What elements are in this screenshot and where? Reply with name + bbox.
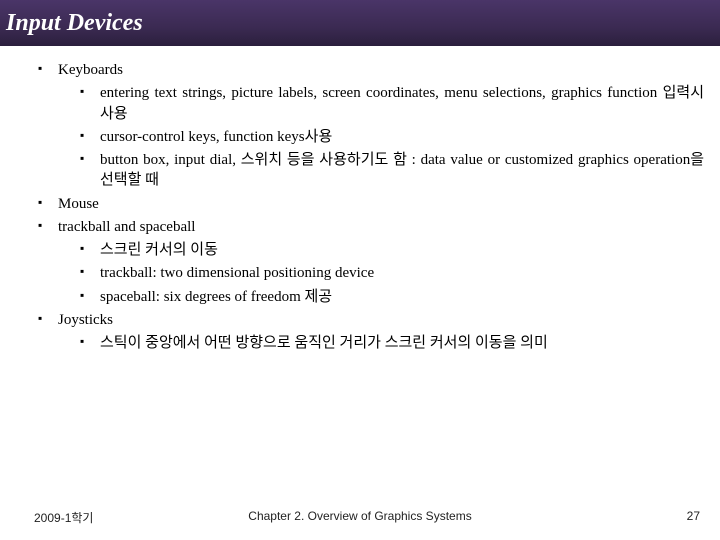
list-item: Keyboards entering text strings, picture… — [38, 60, 704, 191]
list-item: 스크린 커서의 이동 — [80, 240, 704, 260]
list-item: trackball and spaceball 스크린 커서의 이동 track… — [38, 217, 704, 307]
item-label: Mouse — [58, 196, 99, 212]
list-item: trackball: two dimensional positioning d… — [80, 263, 704, 283]
item-label: Keyboards — [58, 62, 123, 78]
footer-center: Chapter 2. Overview of Graphics Systems — [0, 509, 720, 523]
item-label: trackball and spaceball — [58, 219, 195, 235]
list-item: Mouse — [38, 194, 704, 214]
list-item: spaceball: six degrees of freedom 제공 — [80, 287, 704, 307]
list-item: 스틱이 중앙에서 어떤 방향으로 움직인 거리가 스크린 커서의 이동을 의미 — [80, 333, 704, 353]
slide-title: Input Devices — [6, 10, 143, 37]
list-item: Joysticks 스틱이 중앙에서 어떤 방향으로 움직인 거리가 스크린 커… — [38, 310, 704, 354]
list-item: entering text strings, picture labels, s… — [80, 83, 704, 124]
slide-footer: Chapter 2. Overview of Graphics Systems … — [0, 509, 720, 526]
bullet-list: Keyboards entering text strings, picture… — [16, 60, 704, 353]
list-item: button box, input dial, 스위치 등을 사용하기도 함 :… — [80, 150, 704, 191]
slide-header: Input Devices — [0, 0, 720, 46]
slide-content: Keyboards entering text strings, picture… — [0, 46, 720, 353]
list-item: cursor-control keys, function keys사용 — [80, 127, 704, 147]
item-label: Joysticks — [58, 312, 113, 328]
